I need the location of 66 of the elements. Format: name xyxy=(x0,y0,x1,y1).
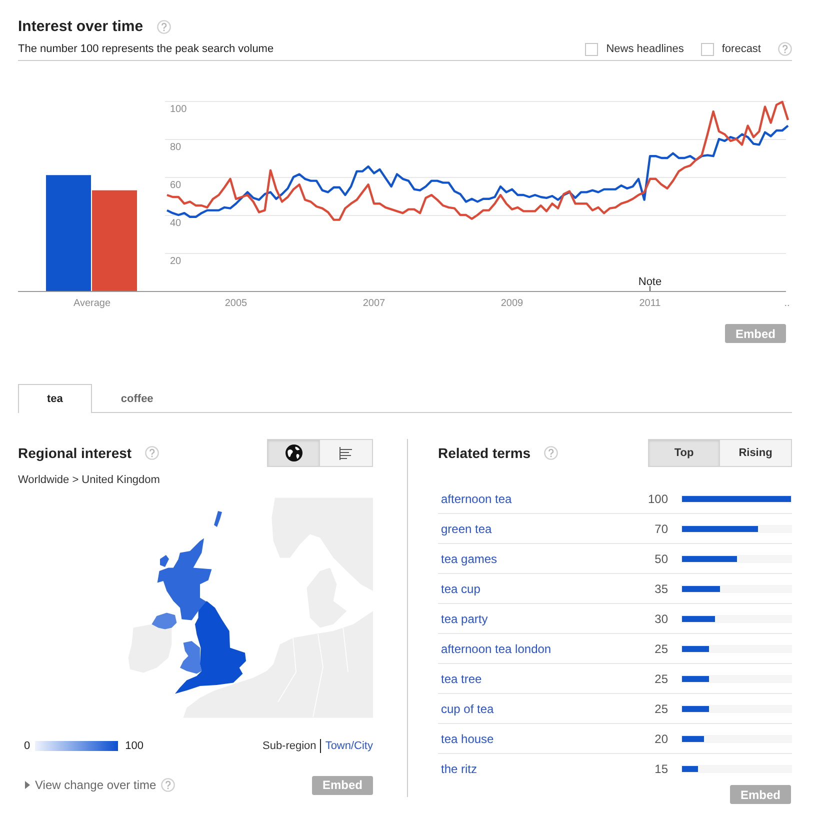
x-axis-label: 2007 xyxy=(362,298,386,309)
y-axis-label: 100 xyxy=(170,104,187,115)
expand-triangle-icon[interactable] xyxy=(25,781,30,789)
mode-toggle-button[interactable]: Rising xyxy=(720,439,792,467)
term-score: 25 xyxy=(654,672,668,686)
term-score: 25 xyxy=(654,642,668,656)
region-level-link[interactable]: Town/City xyxy=(325,740,373,752)
annotation: Note xyxy=(638,276,662,288)
section-subtitle: The number 100 represents the peak search volume xyxy=(18,43,274,55)
term-link[interactable]: tea house xyxy=(438,732,638,746)
help-icon[interactable] xyxy=(161,778,176,792)
term-score: 70 xyxy=(654,522,668,536)
x-axis-label: 2005 xyxy=(224,298,248,309)
x-axis-label: 2011 xyxy=(639,298,661,309)
ireland-landmass xyxy=(128,624,172,673)
globe-icon xyxy=(284,444,302,462)
checkbox-label[interactable]: News headlines xyxy=(606,43,684,55)
mode-toggle-button[interactable]: Top xyxy=(648,439,720,467)
term-score: 35 xyxy=(654,582,668,596)
list-view-button[interactable] xyxy=(320,439,373,467)
help-icon[interactable] xyxy=(157,20,172,34)
region-level-link[interactable]: Sub-region xyxy=(262,740,316,752)
term-link[interactable]: tea cup xyxy=(438,582,638,596)
northern-ireland-region[interactable] xyxy=(152,612,177,630)
map-view-button[interactable] xyxy=(267,439,320,467)
term-score: 15 xyxy=(654,762,668,776)
x-axis-label: .. xyxy=(784,298,790,309)
bar-list-icon xyxy=(339,446,353,460)
term-score: 100 xyxy=(646,492,668,506)
help-icon[interactable] xyxy=(144,446,159,460)
term-score: 20 xyxy=(654,732,668,746)
section-title: Interest over time xyxy=(18,17,144,37)
england-region[interactable] xyxy=(175,601,246,694)
y-axis-label: 60 xyxy=(170,180,182,191)
help-icon[interactable] xyxy=(778,42,792,56)
term-tab[interactable]: tea xyxy=(18,384,92,413)
term-link[interactable]: tea games xyxy=(438,552,638,566)
checkbox-label[interactable]: forecast xyxy=(722,43,761,55)
note-annotation[interactable]: Note xyxy=(638,276,662,292)
breadcrumb: Worldwide > United Kingdom xyxy=(18,474,161,487)
checkbox[interactable] xyxy=(585,42,598,56)
term-link[interactable]: afternoon tea london xyxy=(438,642,638,656)
view-change-link[interactable]: View change over time xyxy=(35,778,156,792)
term-score: 30 xyxy=(654,612,668,626)
x-axis-label: 2009 xyxy=(500,298,524,309)
wales-region[interactable] xyxy=(180,641,202,674)
y-axis-label: 20 xyxy=(170,256,182,267)
scotland-region[interactable] xyxy=(157,511,222,620)
scale-max-label: 100 xyxy=(125,740,144,752)
term-score: 50 xyxy=(654,552,668,566)
y-axis-label: 40 xyxy=(170,218,182,229)
panel-title: Related terms xyxy=(438,445,531,461)
y-axis-label: 80 xyxy=(170,142,182,153)
term-tab[interactable]: coffee xyxy=(92,384,182,413)
category-label: Average xyxy=(73,298,111,309)
term-link[interactable]: tea party xyxy=(438,612,638,626)
checkbox[interactable] xyxy=(700,42,714,56)
scale-min-label: 0 xyxy=(24,740,30,752)
term-link[interactable]: the ritz xyxy=(438,762,638,776)
panel-title: Regional interest xyxy=(18,445,132,461)
term-link[interactable]: green tea xyxy=(438,522,638,536)
help-icon[interactable] xyxy=(544,446,558,460)
term-link[interactable]: tea tree xyxy=(438,672,638,686)
term-link[interactable]: cup of tea xyxy=(438,702,638,716)
term-link[interactable]: afternoon tea xyxy=(438,492,638,506)
term-score: 25 xyxy=(654,702,668,716)
